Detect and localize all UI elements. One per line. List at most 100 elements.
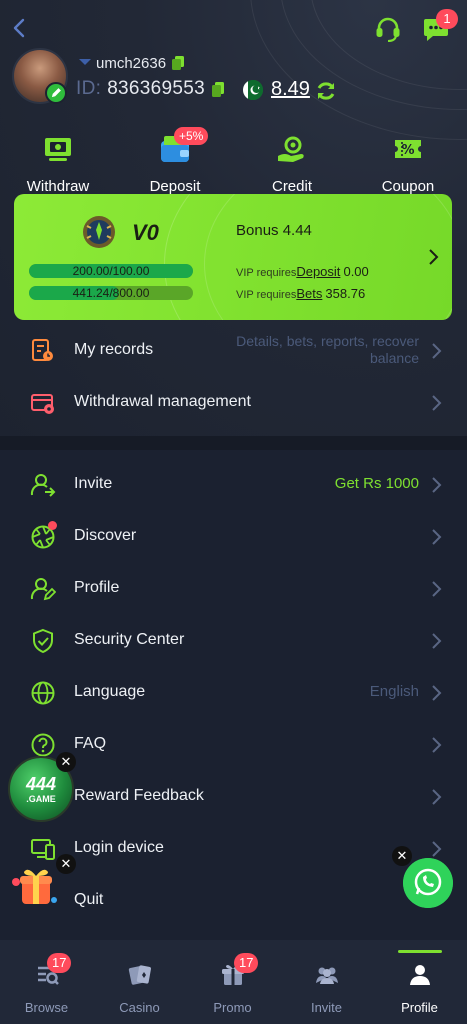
back-arrow-icon[interactable] xyxy=(8,16,32,40)
help-icon xyxy=(31,733,55,757)
customer-service-icon[interactable] xyxy=(373,14,403,44)
tab-profile[interactable]: Profile xyxy=(373,962,466,1015)
group-icon xyxy=(315,967,338,984)
chevron-right-icon[interactable] xyxy=(426,248,440,266)
menu-label-invite: Invite xyxy=(74,475,113,492)
refresh-balance-icon[interactable] xyxy=(314,79,338,103)
menu-label-my-records: My records xyxy=(74,341,154,358)
pakistan-flag-icon xyxy=(243,80,263,100)
menu-item-profile[interactable]: Profile xyxy=(0,563,467,615)
menu-item-withdrawal-management[interactable]: Withdrawal management xyxy=(0,377,467,429)
menu-item-my-records[interactable]: My records Details, bets, reports, recov… xyxy=(0,325,467,377)
game-logo-subtext: .GAME xyxy=(26,794,56,804)
bets-requirement: VIP requiresBets 358.76 xyxy=(236,286,365,301)
tab-label-promo: Promo xyxy=(213,1000,252,1015)
tab-label-casino: Casino xyxy=(119,1000,160,1015)
menu-label-discover: Discover xyxy=(74,527,137,544)
chevron-right-icon xyxy=(432,477,442,493)
tab-label-profile: Profile xyxy=(401,1000,438,1015)
invite-icon xyxy=(30,474,56,497)
vip-card[interactable]: V0 Bonus 4.44 200.00/100.00 441.24/800.0… xyxy=(14,194,452,320)
credit-button[interactable]: Credit xyxy=(242,132,342,195)
devices-icon xyxy=(31,839,55,860)
globe-icon xyxy=(31,681,55,705)
menu-label-security-center: Security Center xyxy=(74,631,185,648)
profile-tab-icon xyxy=(409,965,430,985)
chevron-right-icon xyxy=(432,395,442,411)
chevron-right-icon xyxy=(432,737,442,753)
bets-progress-text: 441.24/800.00 xyxy=(72,286,150,300)
edit-avatar-icon[interactable] xyxy=(45,82,67,104)
shield-icon xyxy=(33,628,53,654)
whatsapp-icon[interactable] xyxy=(403,858,453,908)
bets-req-prefix: VIP requires xyxy=(236,289,297,301)
tab-browse[interactable]: Browse xyxy=(0,962,93,1015)
chevron-right-icon xyxy=(432,685,442,701)
section-divider xyxy=(0,436,467,450)
deposit-req-value: 0.00 xyxy=(343,264,369,279)
tab-label-browse: Browse xyxy=(24,1000,69,1015)
browse-badge: 17 xyxy=(47,953,72,973)
discover-notification-dot xyxy=(48,521,57,530)
tab-casino[interactable]: Casino xyxy=(93,962,186,1015)
tab-label-invite: Invite xyxy=(310,1000,343,1015)
username: umch2636 xyxy=(96,55,167,72)
deposit-req-prefix: VIP requires xyxy=(236,267,297,279)
deposit-label: Deposit xyxy=(149,178,201,195)
menu-item-security-center[interactable]: Security Center xyxy=(0,615,467,667)
copy-username-icon[interactable] xyxy=(172,56,184,70)
deposit-requirement: VIP requiresDeposit 0.00 xyxy=(236,264,369,279)
user-id-label: ID: xyxy=(76,78,102,99)
menu-label-reward-feedback: Reward Feedback xyxy=(74,787,204,804)
user-id-value: 836369553 xyxy=(107,78,205,99)
deposit-progress-bar: 200.00/100.00 xyxy=(29,264,193,278)
menu-label-profile: Profile xyxy=(74,579,120,596)
menu-label-language: Language xyxy=(74,683,146,700)
tab-invite[interactable]: Invite xyxy=(280,962,373,1015)
active-tab-indicator xyxy=(398,950,442,953)
vip-bonus: Bonus 4.44 xyxy=(236,222,312,239)
withdraw-icon xyxy=(45,138,71,161)
credit-icon xyxy=(278,136,304,162)
copy-id-icon[interactable] xyxy=(212,82,224,97)
bets-req-value: 358.76 xyxy=(325,286,366,301)
my-records-hint: Details, bets, reports, recover balance xyxy=(236,333,419,366)
invite-reward-text: Get Rs 1000 xyxy=(334,475,419,492)
close-whatsapp-button[interactable]: ✕ xyxy=(392,846,412,866)
cards-icon xyxy=(128,965,151,985)
credit-label: Credit xyxy=(271,178,312,195)
menu-item-quit[interactable]: Quit xyxy=(0,875,467,927)
withdrawal-management-icon xyxy=(31,394,54,414)
current-language: English xyxy=(369,683,419,700)
deposit-req-link[interactable]: Deposit xyxy=(296,264,340,279)
svg-text:%: % xyxy=(401,143,414,158)
close-game-promo-button[interactable]: ✕ xyxy=(56,752,76,772)
withdraw-button[interactable]: Withdraw xyxy=(8,132,108,195)
wallet-balance[interactable]: 8.49 xyxy=(271,78,310,101)
menu-label-faq: FAQ xyxy=(74,735,107,752)
promo-badge: 17 xyxy=(234,953,259,973)
bets-progress-bar: 441.24/800.00 xyxy=(29,286,193,300)
coupon-icon: % xyxy=(395,140,421,158)
bets-req-link[interactable]: Bets xyxy=(296,286,322,301)
deposit-progress-text: 200.00/100.00 xyxy=(72,264,150,278)
close-gift-promo-button[interactable]: ✕ xyxy=(56,854,76,874)
withdraw-label: Withdraw xyxy=(26,178,90,195)
chevron-right-icon xyxy=(432,633,442,649)
gift-promo-icon[interactable] xyxy=(8,860,64,916)
messages-badge: 1 xyxy=(436,9,458,29)
vip-emblem-icon xyxy=(83,216,115,248)
menu-label-login-device: Login device xyxy=(74,839,164,856)
deposit-bonus-badge: +5% xyxy=(174,127,209,145)
profile-icon xyxy=(30,578,56,601)
chevron-right-icon xyxy=(432,841,442,857)
game-logo-text: 444 xyxy=(25,774,57,794)
chevron-right-icon xyxy=(432,789,442,805)
menu-label-withdrawal-management: Withdrawal management xyxy=(74,393,251,410)
menu-item-discover[interactable]: Discover xyxy=(0,511,467,563)
menu-item-language[interactable]: Language English xyxy=(0,667,467,719)
menu-item-invite[interactable]: Invite Get Rs 1000 xyxy=(0,459,467,511)
tab-promo[interactable]: Promo xyxy=(186,962,279,1015)
chevron-right-icon xyxy=(432,529,442,545)
coupon-button[interactable]: % Coupon xyxy=(358,132,458,195)
